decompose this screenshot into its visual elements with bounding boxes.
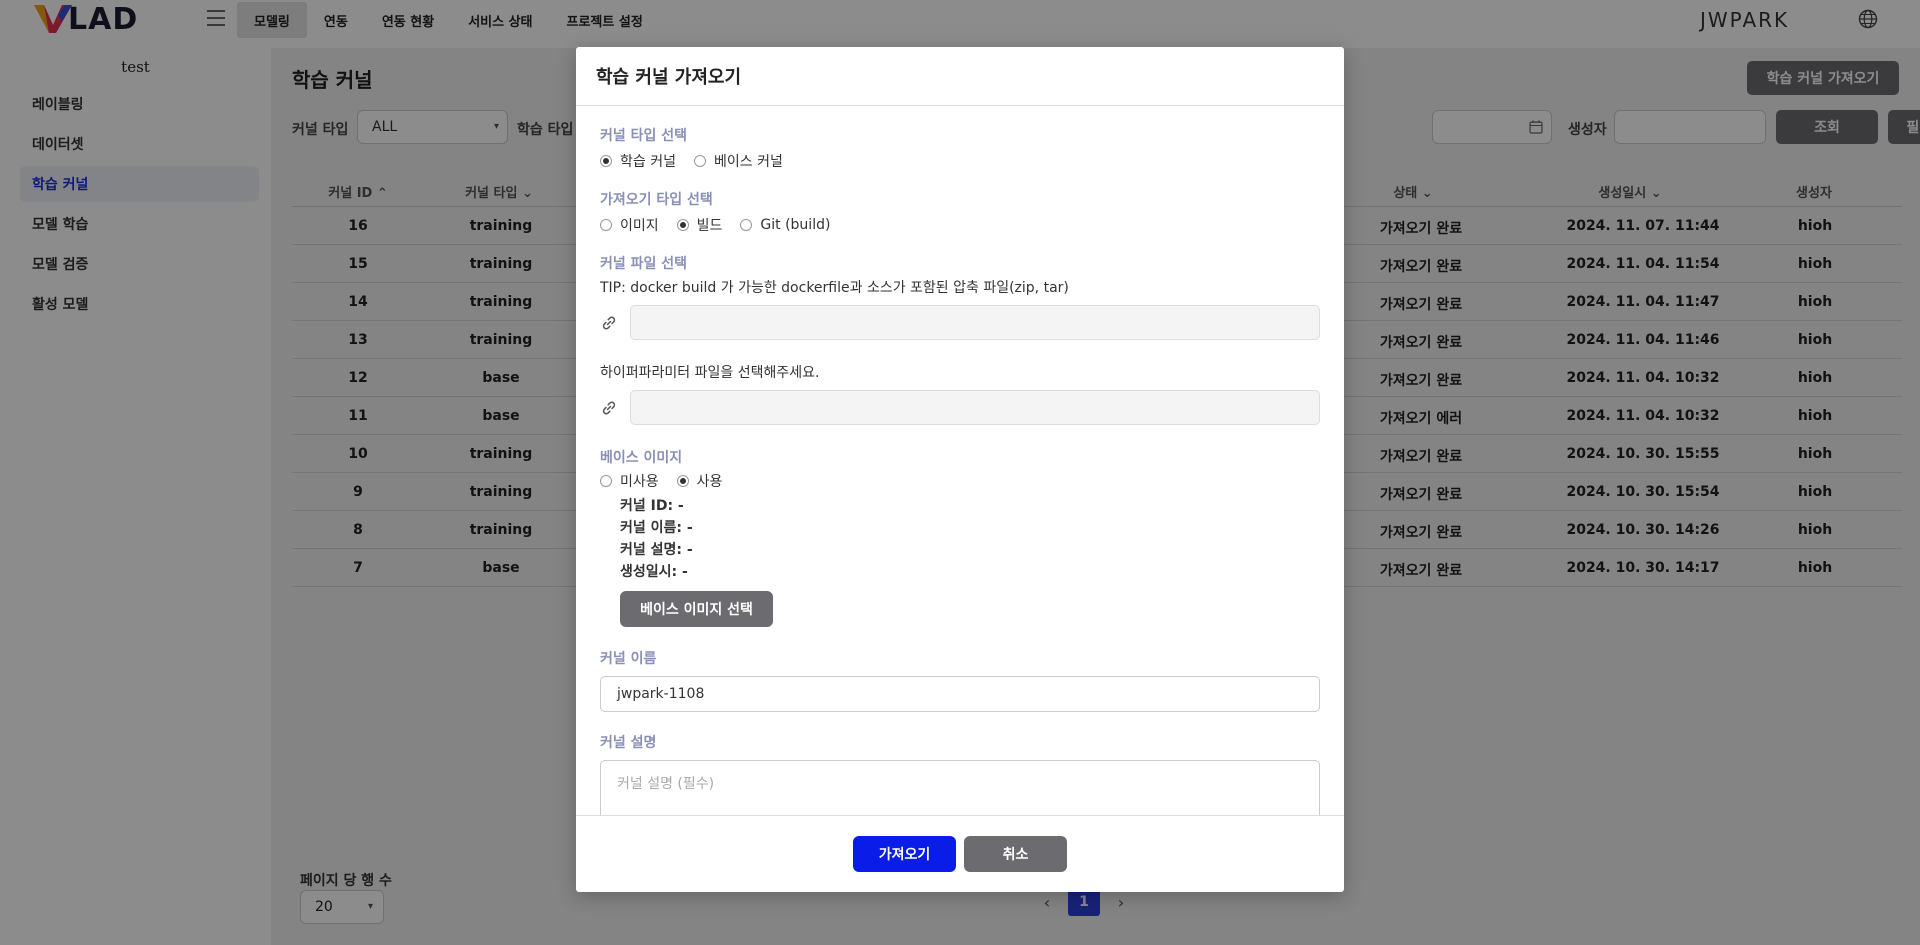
kernel-name-label: 커널 이름 <box>600 651 657 667</box>
base-image-section-label: 베이스 이미지 <box>600 450 683 466</box>
import-kernel-modal: 학습 커널 가져오기 커널 타입 선택 학습 커널 베이스 커널 가져오기 타입… <box>576 47 1344 892</box>
radio-base-used[interactable]: 사용 <box>676 471 722 491</box>
kernel-type-radio-group: 학습 커널 베이스 커널 <box>600 151 1320 171</box>
hyperparam-label: 하이퍼파라미터 파일을 선택해주세요. <box>600 365 820 381</box>
kernel-type-section-label: 커널 타입 선택 <box>600 128 688 144</box>
radio-base-kernel[interactable]: 베이스 커널 <box>693 151 783 171</box>
base-kernel-name: 커널 이름: - <box>620 520 693 536</box>
kernel-file-input[interactable] <box>630 305 1320 340</box>
radio-image[interactable]: 이미지 <box>600 215 659 235</box>
cancel-button[interactable]: 취소 <box>964 836 1067 872</box>
kernel-file-section-label: 커널 파일 선택 <box>600 256 688 272</box>
import-confirm-button[interactable]: 가져오기 <box>853 836 956 872</box>
modal-body: 커널 타입 선택 학습 커널 베이스 커널 가져오기 타입 선택 이미지 빌드 … <box>576 107 1344 815</box>
link-icon[interactable] <box>600 398 630 418</box>
hyperparam-file-input[interactable] <box>630 390 1320 425</box>
modal-footer: 가져오기 취소 <box>576 815 1344 892</box>
base-kernel-desc: 커널 설명: - <box>620 542 693 558</box>
kernel-file-tip: TIP: docker build 가 가능한 dockerfile과 소스가 … <box>600 280 1069 296</box>
modal-title: 학습 커널 가져오기 <box>576 47 1344 106</box>
kernel-desc-label: 커널 설명 <box>600 735 657 751</box>
radio-training-kernel[interactable]: 학습 커널 <box>600 151 676 171</box>
base-image-info: 커널 ID: - 커널 이름: - 커널 설명: - 생성일시: - <box>620 495 1320 583</box>
base-kernel-id: 커널 ID: - <box>620 498 684 514</box>
base-image-radio-group: 미사용 사용 <box>600 471 1320 491</box>
radio-build[interactable]: 빌드 <box>676 215 722 235</box>
radio-base-unused[interactable]: 미사용 <box>600 471 659 491</box>
kernel-file-row <box>600 305 1320 340</box>
import-type-section-label: 가져오기 타입 선택 <box>600 192 713 208</box>
base-kernel-created: 생성일시: - <box>620 564 688 580</box>
kernel-desc-textarea[interactable]: 커널 설명 (필수) <box>600 760 1320 815</box>
select-base-image-button[interactable]: 베이스 이미지 선택 <box>620 591 773 627</box>
link-icon[interactable] <box>600 313 630 333</box>
import-type-radio-group: 이미지 빌드 Git (build) <box>600 215 1320 235</box>
radio-git-build[interactable]: Git (build) <box>740 217 830 233</box>
hyperparam-file-row <box>600 390 1320 425</box>
kernel-name-input[interactable]: jwpark-1108 <box>600 676 1320 712</box>
